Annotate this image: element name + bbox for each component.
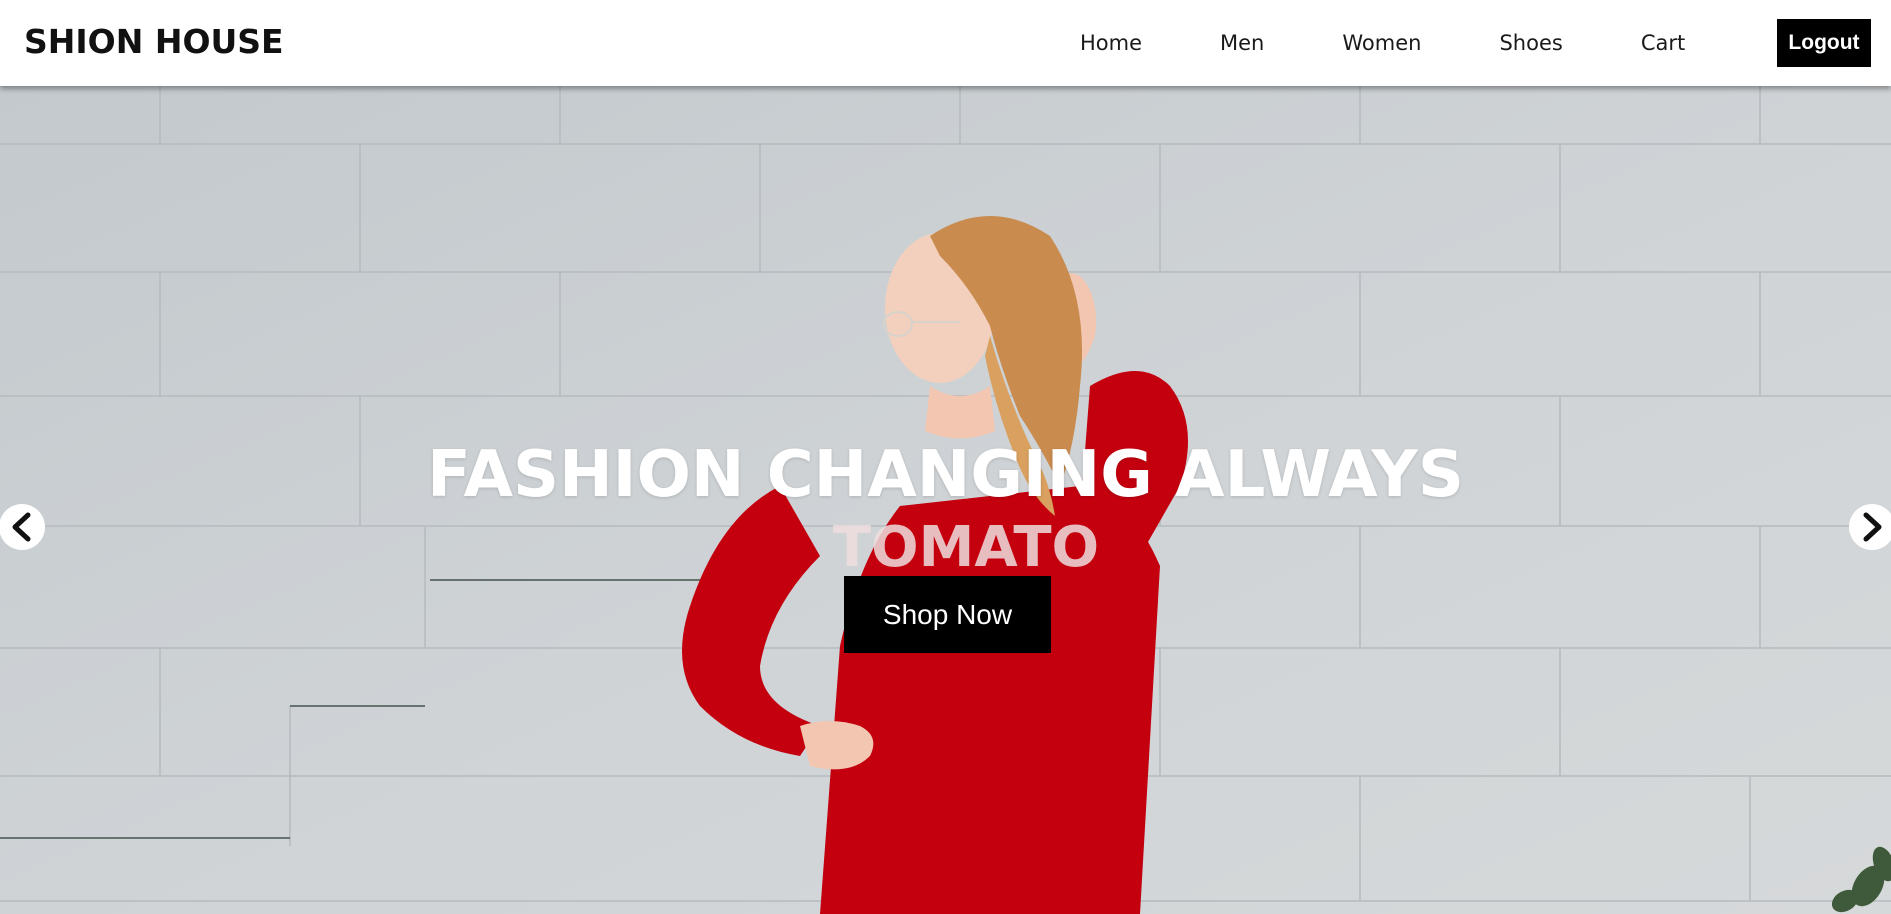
sweater-lettering: TOMATO	[833, 515, 1099, 580]
nav-shoes[interactable]: Shoes	[1499, 31, 1562, 55]
nav-men[interactable]: Men	[1220, 31, 1264, 55]
brand-logo[interactable]: SHION HOUSE	[24, 22, 284, 62]
hero-carousel: TOMATO FASHION CHANGING ALWAYS Shop Now	[0, 86, 1891, 914]
page: SHION HOUSE Home Men Women Shoes Cart Lo…	[0, 0, 1891, 914]
hero-headline: FASHION CHANGING ALWAYS	[427, 438, 1464, 512]
carousel-next-button[interactable]	[1849, 504, 1891, 550]
carousel-prev-button[interactable]	[0, 504, 45, 550]
nav-cart[interactable]: Cart	[1641, 31, 1685, 55]
chevron-left-icon	[12, 512, 31, 542]
logout-button[interactable]: Logout	[1777, 19, 1871, 67]
site-header: SHION HOUSE Home Men Women Shoes Cart Lo…	[0, 0, 1891, 86]
nav-home[interactable]: Home	[1080, 31, 1142, 55]
shop-now-button[interactable]: Shop Now	[844, 576, 1051, 653]
chevron-right-icon	[1863, 512, 1882, 542]
main-nav: Home Men Women Shoes Cart	[1042, 0, 1763, 86]
nav-women[interactable]: Women	[1342, 31, 1421, 55]
